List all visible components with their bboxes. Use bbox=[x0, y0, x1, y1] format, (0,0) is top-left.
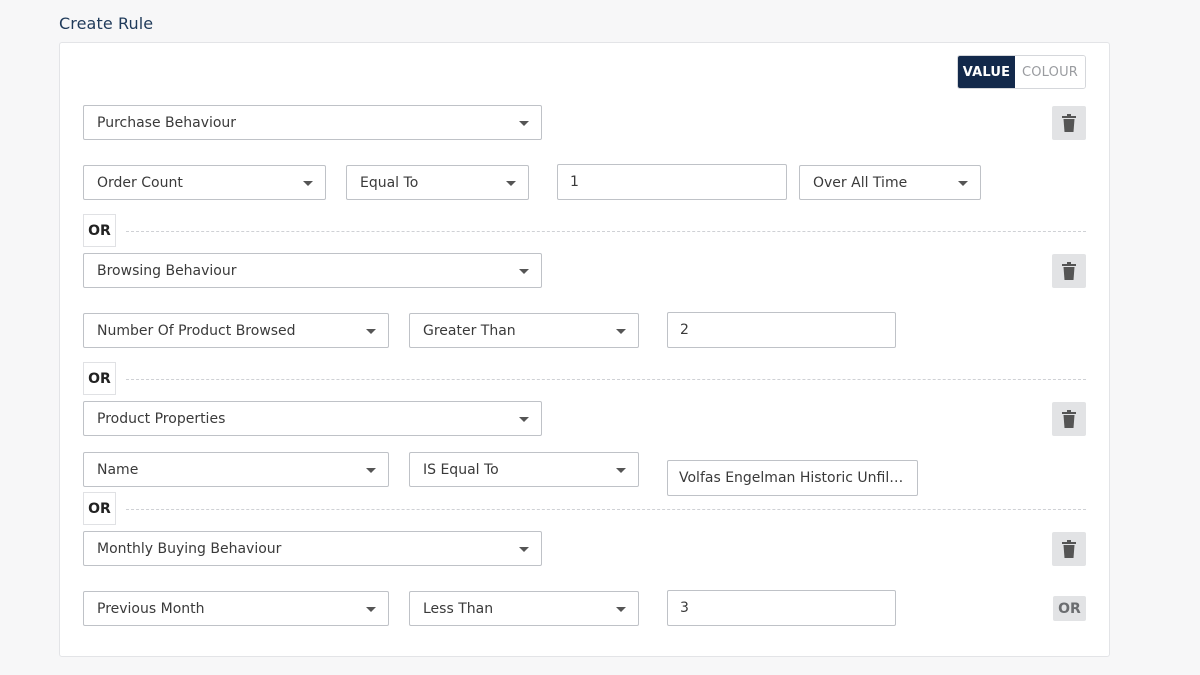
field-select-4[interactable]: Previous Month bbox=[83, 591, 389, 626]
category-select-4-value: Monthly Buying Behaviour bbox=[97, 540, 282, 557]
or-divider-3 bbox=[126, 509, 1086, 510]
field-select-3[interactable]: Name bbox=[83, 452, 389, 487]
value-input-4[interactable]: 3 bbox=[667, 590, 896, 626]
value-colour-toggle: VALUE COLOUR bbox=[957, 55, 1086, 89]
category-select-1-value: Purchase Behaviour bbox=[97, 114, 237, 131]
category-select-3[interactable]: Product Properties bbox=[83, 401, 542, 436]
operator-select-2-value: Greater Than bbox=[423, 322, 516, 339]
category-select-3-value: Product Properties bbox=[97, 410, 226, 427]
or-separator-3: OR bbox=[83, 492, 116, 525]
caret-down-icon bbox=[366, 329, 376, 334]
field-select-2-value: Number Of Product Browsed bbox=[97, 322, 296, 339]
value-input-1[interactable]: 1 bbox=[557, 164, 787, 200]
trash-icon bbox=[1062, 114, 1076, 132]
category-select-1[interactable]: Purchase Behaviour bbox=[83, 105, 542, 140]
operator-select-3-value: IS Equal To bbox=[423, 461, 499, 478]
caret-down-icon bbox=[519, 547, 529, 552]
value-input-3[interactable]: Volfas Engelman Historic Unfiltered bbox=[667, 460, 918, 496]
caret-down-icon bbox=[506, 181, 516, 186]
colour-toggle-button[interactable]: COLOUR bbox=[1015, 56, 1085, 88]
category-select-2[interactable]: Browsing Behaviour bbox=[83, 253, 542, 288]
field-select-3-value: Name bbox=[97, 461, 139, 478]
operator-select-3[interactable]: IS Equal To bbox=[409, 452, 639, 487]
operator-select-1-value: Equal To bbox=[360, 174, 419, 191]
delete-group-4-button[interactable] bbox=[1052, 532, 1086, 566]
period-select-1-value: Over All Time bbox=[813, 174, 908, 191]
operator-select-4-value: Less Than bbox=[423, 600, 494, 617]
caret-down-icon bbox=[519, 417, 529, 422]
operator-select-4[interactable]: Less Than bbox=[409, 591, 639, 626]
period-select-1[interactable]: Over All Time bbox=[799, 165, 981, 200]
or-divider-1 bbox=[126, 231, 1086, 232]
or-separator-2: OR bbox=[83, 362, 116, 395]
add-or-condition-button[interactable]: OR bbox=[1053, 596, 1086, 621]
caret-down-icon bbox=[519, 269, 529, 274]
or-separator-1: OR bbox=[83, 214, 116, 247]
operator-select-1[interactable]: Equal To bbox=[346, 165, 529, 200]
caret-down-icon bbox=[616, 607, 626, 612]
caret-down-icon bbox=[366, 468, 376, 473]
category-select-2-value: Browsing Behaviour bbox=[97, 262, 237, 279]
caret-down-icon bbox=[303, 181, 313, 186]
value-toggle-button[interactable]: VALUE bbox=[958, 56, 1015, 88]
category-select-4[interactable]: Monthly Buying Behaviour bbox=[83, 531, 542, 566]
field-select-2[interactable]: Number Of Product Browsed bbox=[83, 313, 389, 348]
page-title: Create Rule bbox=[59, 14, 154, 33]
delete-group-1-button[interactable] bbox=[1052, 106, 1086, 140]
caret-down-icon bbox=[519, 121, 529, 126]
caret-down-icon bbox=[366, 607, 376, 612]
field-select-1-value: Order Count bbox=[97, 174, 183, 191]
caret-down-icon bbox=[958, 181, 968, 186]
operator-select-2[interactable]: Greater Than bbox=[409, 313, 639, 348]
trash-icon bbox=[1062, 410, 1076, 428]
caret-down-icon bbox=[616, 468, 626, 473]
field-select-1[interactable]: Order Count bbox=[83, 165, 326, 200]
delete-group-3-button[interactable] bbox=[1052, 402, 1086, 436]
value-input-2[interactable]: 2 bbox=[667, 312, 896, 348]
trash-icon bbox=[1062, 540, 1076, 558]
delete-group-2-button[interactable] bbox=[1052, 254, 1086, 288]
trash-icon bbox=[1062, 262, 1076, 280]
or-divider-2 bbox=[126, 379, 1086, 380]
caret-down-icon bbox=[616, 329, 626, 334]
field-select-4-value: Previous Month bbox=[97, 600, 205, 617]
